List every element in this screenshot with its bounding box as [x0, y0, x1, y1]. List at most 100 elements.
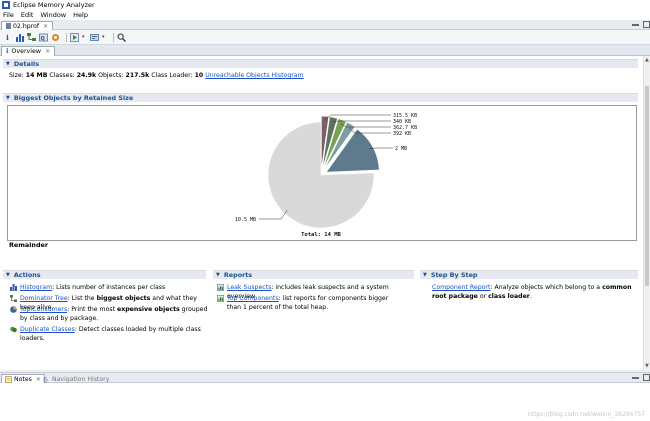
tab-navigation-history-label: Navigation History — [52, 375, 110, 383]
top-consumers-link[interactable]: Top Consumers — [20, 306, 67, 313]
details-summary: Size: 14 MB Classes: 24.9k Objects: 217.… — [9, 72, 304, 79]
scrollbar-thumb[interactable] — [645, 86, 649, 286]
biggest-objects-chart-panel: 10.5 MB 2 MB 392 KB 362.7 KB 340 KB 315.5 KB T… — [7, 105, 637, 241]
component-report-emphasis-loader: class loader — [488, 292, 530, 300]
top-consumers-emphasis: expensive objects — [117, 306, 180, 313]
run-report-icon[interactable] — [70, 32, 79, 42]
editor-tab-strip: 02.hprof ✕ — [0, 20, 650, 30]
tab-notes-label: Notes — [14, 376, 32, 383]
pie-slice-label: 392 KB — [393, 131, 411, 137]
class-loader-label: Class Loader: — [151, 72, 193, 79]
histogram-icon — [10, 284, 17, 291]
heap-file-icon — [6, 23, 11, 29]
component-report-period: . — [529, 292, 532, 300]
oql-icon[interactable]: Q — [39, 33, 48, 42]
details-section-header[interactable]: ▼ Details — [3, 59, 638, 68]
minimize-icon[interactable] — [632, 374, 639, 379]
dominator-tree-emphasis: biggest objects — [96, 295, 151, 302]
leak-suspects-link[interactable]: Leak Suspects — [227, 284, 271, 291]
report-icon — [217, 295, 224, 302]
unreachable-objects-link[interactable]: Unreachable Objects Histogram — [205, 72, 303, 79]
chevron-down-icon: ▼ — [6, 61, 10, 67]
maximize-icon[interactable] — [643, 21, 650, 28]
action-histogram: Histogram: Lists number of instances per… — [10, 284, 205, 293]
pie-slice-label: 2 MB — [395, 146, 407, 152]
dominator-tree-icon[interactable] — [27, 32, 36, 42]
objects-label: Objects: — [98, 72, 124, 79]
chevron-down-icon[interactable]: ▾ — [82, 34, 87, 40]
watermark: https://blog.csdn.net/weixin_38296757 — [527, 411, 645, 418]
duplicate-classes-icon — [10, 326, 17, 333]
menu-bar: File Edit Window Help — [0, 10, 650, 20]
menu-help[interactable]: Help — [73, 11, 88, 19]
query-browser-icon[interactable] — [90, 33, 99, 42]
histogram-link[interactable]: Histogram — [20, 284, 52, 291]
histogram-icon[interactable] — [15, 33, 24, 42]
scroll-up-icon[interactable]: ▲ — [645, 57, 649, 63]
details-header-label: Details — [13, 60, 40, 68]
menu-file[interactable]: File — [3, 11, 14, 19]
top-components-link[interactable]: Top Components — [227, 295, 279, 302]
close-icon[interactable]: ✕ — [45, 48, 50, 55]
pie-slice-label: 340 KB — [393, 119, 411, 125]
class-loader-value: 10 — [194, 72, 204, 79]
top-consumers-description: : Print the most — [67, 306, 117, 313]
info-icon[interactable]: i — [3, 33, 12, 42]
step-by-step-header-label: Step By Step — [430, 271, 478, 279]
top-consumers-icon — [10, 306, 17, 313]
vertical-scrollbar[interactable]: ▲ ▼ — [643, 56, 650, 370]
classes-label: Classes: — [49, 72, 75, 79]
pie-chart[interactable]: 10.5 MB 2 MB 392 KB362.7 KB340 KB315.5 KB T… — [8, 106, 636, 240]
biggest-objects-section-header[interactable]: ▼ Biggest Objects by Retained Size — [3, 93, 638, 102]
window-title: Eclipse Memory Analyzer — [13, 1, 95, 9]
pie-slice-label: 10.5 MB — [235, 217, 256, 223]
svg-text:Q: Q — [41, 36, 45, 42]
report-icon — [217, 284, 224, 291]
duplicate-classes-link[interactable]: Duplicate Classes — [20, 326, 75, 333]
report-top-components: Top Components: list reports for compone… — [217, 295, 397, 312]
toolbar-separator — [113, 32, 114, 42]
chevron-down-icon: ▼ — [6, 272, 10, 278]
chevron-down-icon: ▼ — [6, 95, 10, 101]
component-report-link[interactable]: Component Report — [432, 284, 490, 291]
menu-window[interactable]: Window — [40, 11, 66, 19]
search-icon[interactable] — [117, 33, 126, 42]
navigation-history-icon — [43, 376, 48, 382]
tab-overview-label: Overview — [11, 48, 42, 55]
app-icon — [2, 1, 10, 9]
overview-pane: ▼ Details Size: 14 MB Classes: 24.9k Obj… — [0, 56, 643, 370]
scroll-down-icon[interactable]: ▼ — [645, 363, 649, 369]
step-component-report: Component Report: Analyze objects which … — [432, 284, 632, 301]
action-top-consumers: Top Consumers: Print the most expensive … — [10, 306, 210, 323]
overview-tab-strip: i Overview ✕ — [0, 45, 650, 56]
minimize-icon[interactable] — [632, 21, 639, 26]
info-icon: i — [6, 48, 9, 55]
bottom-tab-strip: Notes ✕ Navigation History — [0, 372, 650, 384]
histogram-description: : Lists number of instances per class — [52, 284, 166, 291]
classes-value: 24.9k — [76, 72, 97, 79]
title-bar: Eclipse Memory Analyzer — [0, 0, 650, 10]
chevron-down-icon[interactable]: ▾ — [102, 34, 107, 40]
thread-icon[interactable] — [51, 33, 60, 42]
toolbar: i Q ▾ ▾ — [0, 30, 650, 45]
actions-section-header[interactable]: ▼ Actions — [3, 270, 206, 279]
pie-total-label: Total: 14 MB — [301, 232, 341, 238]
file-tab[interactable]: 02.hprof ✕ — [1, 21, 54, 30]
dominator-tree-link[interactable]: Dominator Tree — [20, 295, 68, 302]
bottom-window-controls — [628, 374, 650, 381]
objects-value: 217.5k — [125, 72, 150, 79]
step-by-step-section-header[interactable]: ▼ Step By Step — [420, 270, 638, 279]
reports-header-label: Reports — [223, 271, 253, 279]
menu-edit[interactable]: Edit — [21, 11, 34, 19]
remainder-label: Remainder — [9, 241, 49, 249]
notes-text-area[interactable]: https://blog.csdn.net/weixin_38296757 — [0, 383, 650, 421]
biggest-objects-header-label: Biggest Objects by Retained Size — [13, 94, 134, 102]
close-icon[interactable]: ✕ — [43, 23, 48, 30]
reports-section-header[interactable]: ▼ Reports — [213, 270, 414, 279]
chevron-down-icon: ▼ — [423, 272, 427, 278]
tab-overview[interactable]: i Overview ✕ — [1, 46, 56, 56]
actions-header-label: Actions — [13, 271, 41, 279]
size-label: Size: — [9, 72, 24, 79]
maximize-icon[interactable] — [643, 374, 650, 381]
toolbar-separator — [66, 32, 67, 42]
